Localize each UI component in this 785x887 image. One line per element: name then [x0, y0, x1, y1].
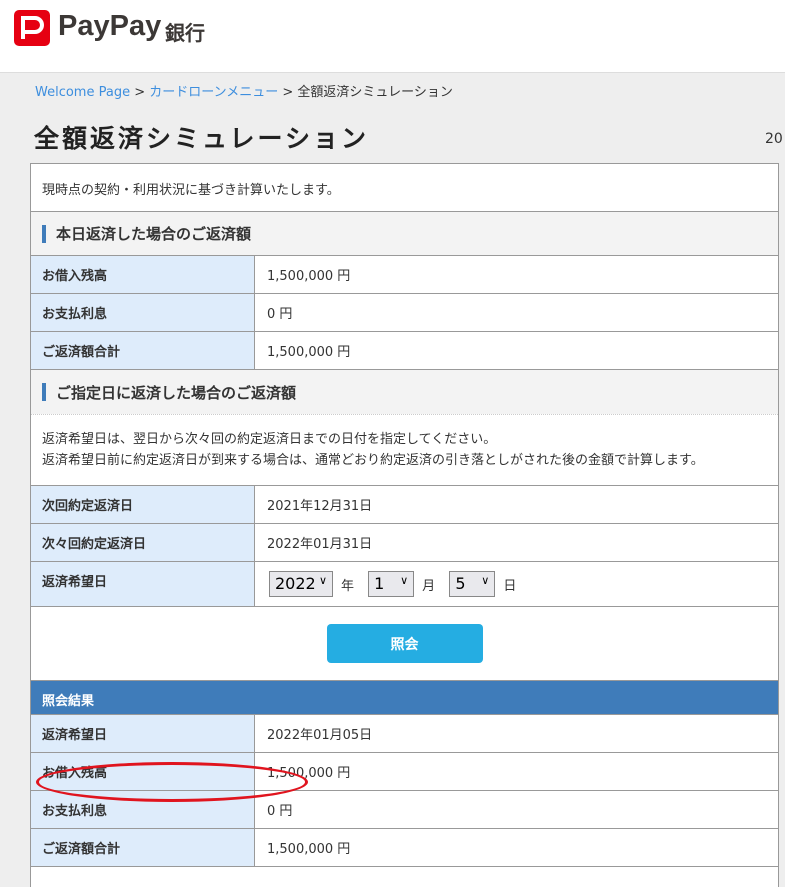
page-title: 全額返済シミュレーション: [34, 124, 370, 153]
year-select[interactable]: 2022 ∨: [269, 571, 333, 597]
breadcrumb-menu[interactable]: カードローンメニュー: [149, 85, 278, 100]
table-row: ご返済額合計 1,500,000 円: [31, 332, 778, 370]
row-label: ご返済額合計: [31, 829, 255, 866]
row-label: 返済希望日: [31, 562, 255, 606]
row-value: 0 円: [267, 307, 293, 322]
result-heading: 照会結果: [31, 681, 778, 715]
breadcrumb-home[interactable]: Welcome Page: [35, 85, 130, 100]
day-value: 5: [455, 574, 466, 593]
table-row: お支払利息 0 円: [31, 294, 778, 332]
row-value: 1,500,000 円: [267, 766, 351, 781]
year-unit: 年: [341, 578, 355, 594]
table-row: ご返済額合計 1,500,000 円: [31, 829, 778, 867]
row-label: ご返済額合計: [31, 332, 255, 369]
button-area: 照会: [31, 607, 778, 681]
section-heading: ご指定日に返済した場合のご返済額: [56, 383, 297, 402]
row-label: 次回約定返済日: [31, 486, 255, 523]
notes: 返済希望日は、翌日から次々回の約定返済日までの日付を指定してください。返済希望日…: [31, 414, 778, 486]
row-label: 次々回約定返済日: [31, 524, 255, 561]
table-row: お借入残高 1,500,000 円: [31, 256, 778, 294]
day-select[interactable]: 5 ∨: [449, 571, 496, 597]
row-value: 2022年01月31日: [267, 537, 373, 552]
table-row-desired-date: 返済希望日 2022 ∨ 年 1 ∨ 月 5 ∨ 日: [31, 562, 778, 607]
row-label: 返済希望日: [31, 715, 255, 752]
inquiry-button[interactable]: 照会: [326, 624, 483, 663]
row-value: 2021年12月31日: [267, 499, 373, 514]
cut-off-text: 20: [765, 131, 783, 147]
breadcrumb-sep: >: [282, 85, 294, 100]
row-value: 1,500,000 円: [267, 269, 351, 284]
table-row: 次回約定返済日 2021年12月31日: [31, 486, 778, 524]
note-line: 返済希望日前に約定返済日が到来する場合は、通常どおり約定返済の引き落としがされた…: [42, 453, 704, 468]
chevron-down-icon: ∨: [318, 574, 327, 587]
section-bar: [42, 383, 46, 401]
highlight-circle: [36, 762, 308, 802]
chevron-down-icon: ∨: [400, 574, 409, 587]
month-unit: 月: [422, 578, 436, 594]
row-value: 1,500,000 円: [267, 345, 351, 360]
breadcrumb-current: 全額返済シミュレーション: [297, 85, 453, 100]
breadcrumb: Welcome Page > カードローンメニュー > 全額返済シミュレーション: [35, 81, 453, 100]
brand-name: PayPay: [58, 10, 162, 42]
section-today: 本日返済した場合のご返済額: [31, 212, 778, 256]
paypay-logo-icon: [14, 10, 50, 46]
section-bar: [42, 224, 46, 243]
breadcrumb-sep: >: [134, 85, 146, 100]
header: PayPay 銀行: [0, 0, 785, 73]
row-label: お支払利息: [31, 294, 255, 331]
brand-sub: 銀行: [165, 21, 205, 45]
section-specified: ご指定日に返済した場合のご返済額: [31, 370, 778, 414]
row-label: お借入残高: [31, 256, 255, 293]
day-unit: 日: [503, 578, 517, 594]
row-value: 2022年01月05日: [267, 728, 373, 743]
intro-text: 現時点の契約・利用状況に基づき計算いたします。: [31, 164, 778, 212]
row-value: 1,500,000 円: [267, 842, 351, 857]
month-select[interactable]: 1 ∨: [368, 571, 415, 597]
table-row: 次々回約定返済日 2022年01月31日: [31, 524, 778, 562]
row-value: 0 円: [267, 804, 293, 819]
note-line: 返済希望日は、翌日から次々回の約定返済日までの日付を指定してください。: [42, 432, 497, 447]
month-value: 1: [374, 574, 385, 593]
table-row: 返済希望日 2022年01月05日: [31, 715, 778, 753]
section-heading: 本日返済した場合のご返済額: [56, 225, 252, 243]
chevron-down-icon: ∨: [481, 574, 490, 587]
year-value: 2022: [275, 574, 316, 593]
